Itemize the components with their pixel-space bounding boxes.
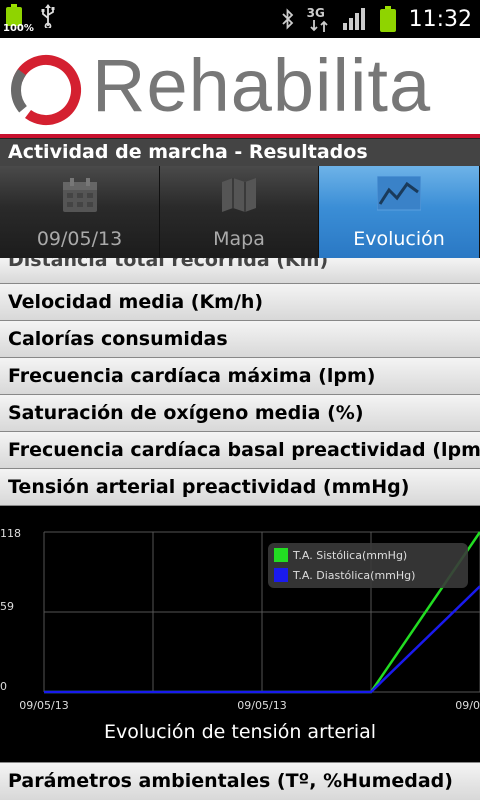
legend-label: T.A. Sistólica(mmHg) (292, 549, 407, 562)
list-item[interactable]: Frecuencia cardíaca basal preactividad (… (0, 432, 480, 469)
tab-evolution-label: Evolución (353, 228, 445, 250)
list-item-environment[interactable]: Parámetros ambientales (Tº, %Humedad) (0, 762, 480, 800)
x-tick-label: 09/05/13 (19, 699, 68, 712)
tab-date[interactable]: 09/05/13 (0, 166, 160, 258)
legend-swatch (274, 568, 288, 582)
list-item[interactable]: Velocidad media (Km/h) (0, 284, 480, 321)
y-tick-label: 59 (0, 600, 14, 613)
tab-map-label: Mapa (213, 228, 265, 250)
bluetooth-icon (281, 8, 293, 30)
y-tick-label: 118 (0, 527, 21, 540)
app-header: Rehabilita (0, 38, 480, 138)
tab-evolution[interactable]: Evolución (319, 166, 480, 258)
list-item[interactable]: Saturación de oxígeno media (%) (0, 395, 480, 432)
usb-icon (41, 4, 55, 28)
logo-text: Rehabilita (92, 44, 432, 127)
status-bar: 100% 3G 11:32 (0, 0, 480, 38)
calendar-icon (62, 178, 97, 212)
legend-swatch (274, 548, 288, 562)
tab-map[interactable]: Mapa (160, 166, 319, 258)
page-title: Actividad de marcha - Resultados (8, 141, 368, 163)
battery-percent: 100% (3, 23, 34, 34)
battery-full-icon (379, 6, 396, 32)
list-item[interactable]: Calorías consumidas (0, 321, 480, 358)
chart-line-icon (377, 176, 421, 211)
list-item[interactable]: Distancia total recorrida (Km) (0, 258, 480, 284)
results-list: Distancia total recorrida (Km) Velocidad… (0, 258, 480, 506)
list-item[interactable]: Tensión arterial preactividad (mmHg) (0, 469, 480, 506)
y-tick-label: 0 (0, 680, 7, 693)
chart-title: Evolución de tensión arterial (104, 721, 376, 743)
x-tick-label: 09/05/13 (455, 699, 480, 712)
map-icon (222, 178, 256, 212)
battery-icon: 100% (3, 4, 34, 34)
network-3g-icon: 3G (307, 6, 331, 32)
x-tick-label: 09/05/13 (237, 699, 286, 712)
chart-svg: 118 59 0 09/05/13 09/05/13 09/05/13 T.A. Sistó… (0, 527, 480, 743)
legend-label: T.A. Diastólica(mmHg) (292, 569, 415, 582)
network-type: 3G (306, 6, 325, 20)
logo-ring-icon (11, 55, 81, 126)
clock: 11:32 (408, 6, 472, 32)
tab-bar: 09/05/13 Mapa Evolución (0, 166, 480, 258)
blood-pressure-chart: 118 59 0 09/05/13 09/05/13 09/05/13 T.A. Sistó… (0, 514, 480, 762)
signal-icon (342, 8, 365, 30)
tab-date-label: 09/05/13 (36, 228, 123, 250)
screen-title-bar: Actividad de marcha - Resultados (0, 138, 480, 167)
list-item[interactable]: Frecuencia cardíaca máxima (lpm) (0, 358, 480, 395)
